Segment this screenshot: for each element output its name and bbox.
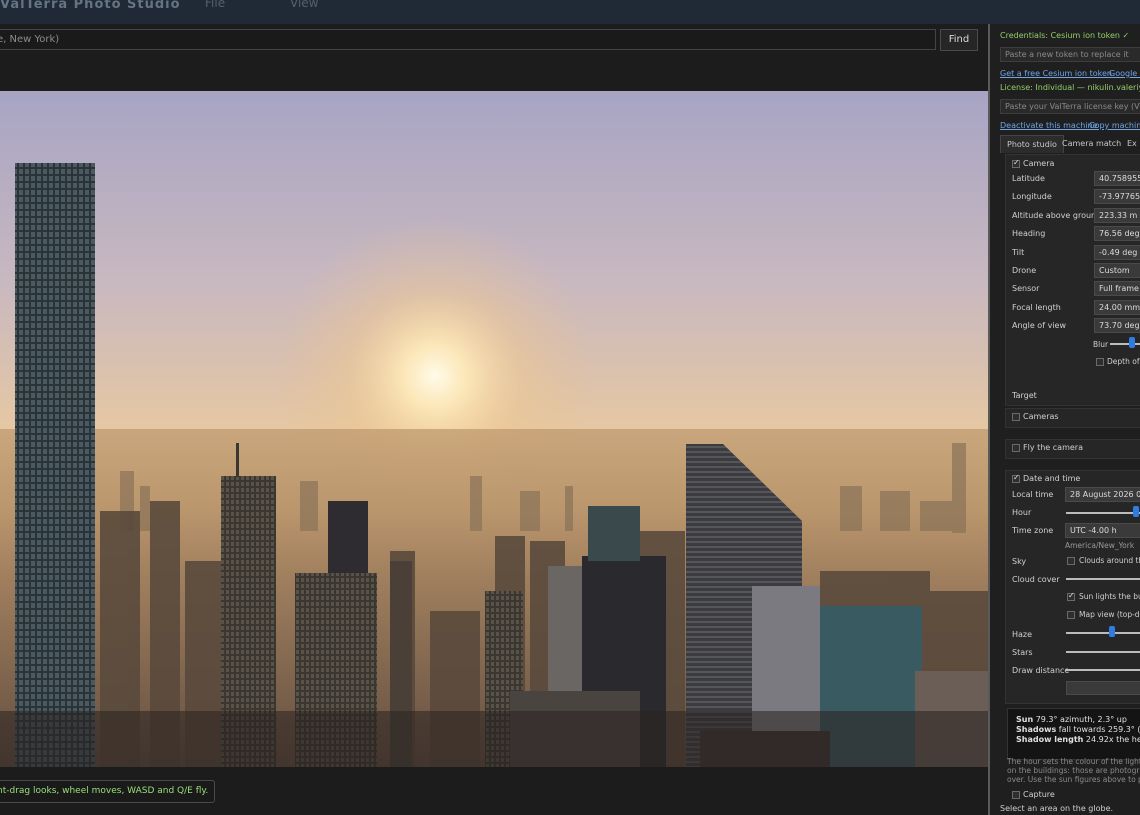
deactivate-link[interactable]: Deactivate this machine (1000, 121, 1098, 130)
menu-file[interactable]: File (205, 0, 225, 10)
drone-select[interactable]: Custom (1094, 263, 1140, 278)
blur-slider-handle[interactable] (1129, 337, 1135, 348)
window-titlebar: ValTerra Photo Studio File View (0, 0, 1140, 24)
timezone-name: America/New_York (1065, 541, 1135, 550)
license-input[interactable]: Paste your ValTerra license key (VT1... (1000, 99, 1140, 114)
local-time-label: Local time (1012, 490, 1054, 499)
copy-machine-link[interactable]: Copy machine (1089, 121, 1140, 130)
draw-distance-slider[interactable] (1066, 669, 1140, 671)
cameras-label: Cameras (1023, 412, 1059, 421)
stars-label: Stars (1012, 648, 1033, 657)
note-line-1: The hour sets the colour of the light a (1007, 757, 1140, 766)
longitude-label: Longitude (1012, 192, 1052, 201)
blur-slider[interactable] (1110, 343, 1140, 345)
apply-button[interactable] (1066, 681, 1140, 695)
search-placeholder: e, New York) (0, 34, 60, 45)
datetime-checkbox[interactable] (1012, 473, 1020, 483)
sensor-select[interactable]: Full frame (3 (1094, 281, 1140, 296)
map-view-label: Map view (top-do (1079, 610, 1140, 619)
focal-length-field[interactable]: 24.00 mm (1094, 300, 1140, 315)
depth-of-field-checkbox[interactable] (1096, 358, 1104, 366)
note-line-2: on the buildings: those are photograp (1007, 766, 1140, 775)
focal-length-label: Focal length (1012, 303, 1061, 312)
hour-slider-handle[interactable] (1133, 506, 1139, 517)
sky-label: Sky (1012, 557, 1027, 566)
navigation-hint: nt-drag looks, wheel moves, WASD and Q/E… (0, 780, 216, 803)
blur-label: Blur (1093, 340, 1109, 349)
clouds-checkbox[interactable] (1067, 557, 1075, 565)
local-time-field[interactable]: 28 August 2026 06 (1065, 487, 1140, 502)
capture-checkbox[interactable] (1012, 791, 1020, 799)
altitude-label: Altitude above ground (1012, 211, 1102, 220)
tab-camera-match[interactable]: Camera match (1056, 135, 1127, 153)
note-line-3: over. Use the sun figures above to pl (1007, 775, 1140, 784)
timezone-select[interactable]: UTC -4.00 h (1065, 523, 1140, 538)
heading-label: Heading (1012, 229, 1046, 238)
tower-432-park (15, 163, 95, 767)
find-button[interactable]: Find (940, 29, 978, 51)
haze-slider-handle[interactable] (1109, 626, 1115, 637)
camera-header: Camera (1023, 159, 1055, 168)
3d-viewport[interactable] (0, 91, 988, 767)
camera-checkbox[interactable] (1012, 158, 1020, 168)
haze-label: Haze (1012, 630, 1033, 639)
google-link[interactable]: Google M (1109, 69, 1140, 78)
tilt-label: Tilt (1012, 248, 1025, 257)
menu-view[interactable]: View (290, 0, 318, 10)
fly-label: Fly the camera (1023, 443, 1083, 452)
stars-slider[interactable] (1066, 651, 1140, 653)
longitude-field[interactable]: -73.977658 (1094, 189, 1140, 204)
altitude-field[interactable]: 223.33 m (1094, 208, 1140, 223)
sensor-label: Sensor (1012, 284, 1040, 293)
status-text: Select an area on the globe. (1000, 804, 1114, 813)
clouds-label: Clouds around th (1079, 556, 1140, 565)
fly-checkbox[interactable] (1012, 444, 1020, 452)
target-label: Target (1012, 391, 1037, 400)
timezone-label: Time zone (1012, 526, 1054, 535)
hour-slider[interactable] (1066, 512, 1140, 514)
cloud-cover-slider[interactable] (1066, 578, 1140, 580)
angle-of-view-label: Angle of view (1012, 321, 1066, 330)
tab-photo-studio[interactable]: Photo studio (1000, 135, 1064, 153)
tab-export[interactable]: Ex (1121, 135, 1140, 153)
datetime-header: Date and time (1023, 474, 1081, 483)
map-view-checkbox[interactable] (1067, 611, 1075, 619)
haze-slider[interactable] (1066, 632, 1140, 634)
heading-field[interactable]: 76.56 deg (1094, 226, 1140, 241)
token-input[interactable]: Paste a new token to replace it (1000, 47, 1140, 62)
draw-distance-label: Draw distance (1012, 666, 1070, 675)
sun-info-box: Sun 79.3° azimuth, 2.3° up Shadows fall … (1007, 708, 1140, 760)
app-title: ValTerra Photo Studio (0, 0, 181, 12)
free-token-link[interactable]: Get a free Cesium ion token (1000, 69, 1112, 78)
cloud-cover-label: Cloud cover (1012, 575, 1060, 584)
drone-label: Drone (1012, 266, 1037, 275)
control-panel: Credentials: Cesium ion token ✓ Paste a … (990, 24, 1140, 815)
tilt-field[interactable]: -0.49 deg (1094, 245, 1140, 260)
angle-of-view-field[interactable]: 73.70 deg (1094, 318, 1140, 333)
cameras-checkbox[interactable] (1012, 413, 1020, 421)
latitude-label: Latitude (1012, 174, 1045, 183)
latitude-field[interactable]: 40.758955 (1094, 171, 1140, 186)
location-search-input[interactable]: e, New York) (0, 29, 936, 50)
hour-label: Hour (1012, 508, 1032, 517)
depth-of-field-label: Depth of (1107, 357, 1140, 366)
capture-label: Capture (1023, 790, 1055, 799)
sun-lights-checkbox[interactable] (1067, 591, 1075, 601)
license-status: License: Individual — nikulin.valeriy@gm (1000, 83, 1140, 92)
sun-lights-label: Sun lights the buil (1079, 592, 1140, 601)
credentials-status: Credentials: Cesium ion token ✓ (1000, 31, 1130, 40)
